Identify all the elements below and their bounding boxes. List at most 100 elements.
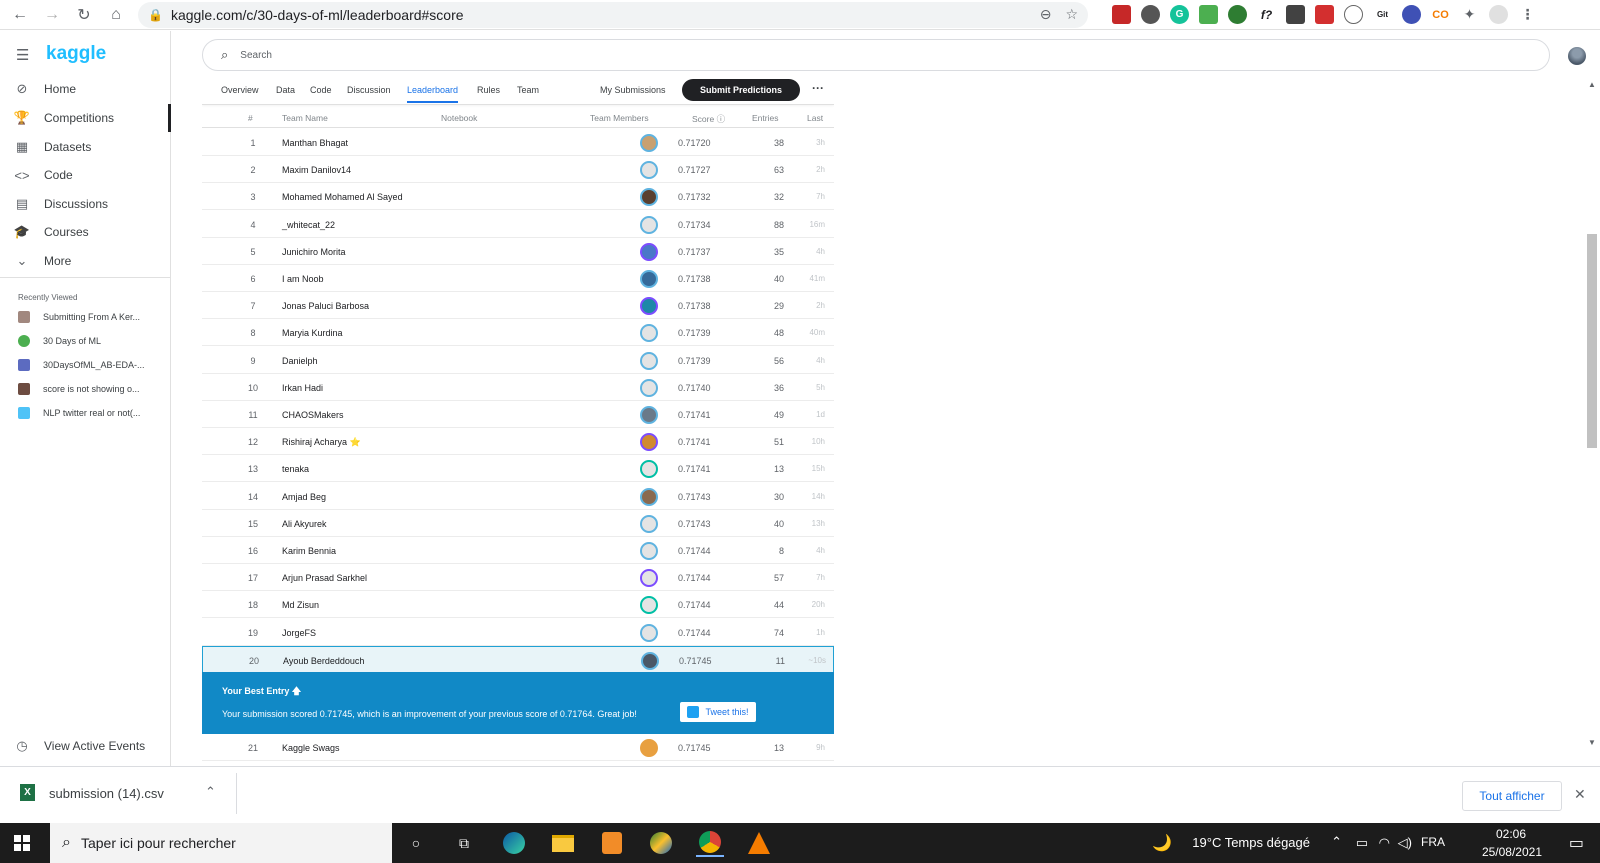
member-avatar[interactable] [640, 297, 658, 316]
edge-icon[interactable] [500, 829, 528, 857]
team-name-cell[interactable]: I am Noob [282, 274, 324, 284]
nav-datasets[interactable]: ▦ Datasets [0, 133, 171, 161]
tab-leaderboard[interactable]: Leaderboard [407, 85, 459, 103]
recent-item[interactable]: Submitting From A Ker... [18, 311, 140, 323]
nav-competitions[interactable]: 🏆 Competitions [0, 104, 171, 132]
table-row[interactable]: 11 CHAOSMakers 0.71741 49 1d [202, 401, 834, 428]
team-name-cell[interactable]: Ayoub Berdeddouch [283, 656, 364, 666]
user-avatar[interactable] [1568, 47, 1586, 65]
team-name-cell[interactable]: Mohamed Mohamed Al Sayed [282, 192, 403, 202]
function-icon[interactable]: f? [1257, 5, 1276, 24]
header-score[interactable]: Score ⓘ [692, 113, 725, 125]
task-view-icon[interactable]: ⧉ [450, 829, 478, 857]
tweet-button[interactable]: Tweet this! [680, 702, 756, 722]
my-submissions-link[interactable]: My Submissions [600, 85, 666, 95]
team-name-cell[interactable]: Md Zisun [282, 600, 319, 610]
extension-icon[interactable] [1112, 5, 1131, 24]
header-team-name[interactable]: Team Name [282, 113, 328, 123]
extension-icon[interactable] [1228, 5, 1247, 24]
team-name-cell[interactable]: Kaggle Swags [282, 743, 340, 753]
notifications-icon[interactable]: ▭ [1569, 833, 1584, 853]
member-avatar[interactable] [640, 134, 658, 152]
table-row[interactable]: 8 Maryia Kurdina 0.71739 48 40m [202, 319, 834, 347]
member-avatar[interactable] [640, 324, 658, 343]
nav-home[interactable]: ⊘ Home [0, 75, 171, 103]
vlc-icon[interactable] [745, 829, 773, 857]
member-avatar[interactable] [640, 460, 658, 479]
team-name-cell[interactable]: Amjad Beg [282, 492, 326, 502]
battery-icon[interactable]: ▭ [1356, 835, 1368, 851]
scroll-up-icon[interactable]: ▲ [1588, 80, 1596, 89]
table-row[interactable]: 3 Mohamed Mohamed Al Sayed 0.71732 32 7h [202, 183, 834, 211]
member-avatar[interactable] [640, 242, 658, 261]
table-row[interactable]: 6 I am Noob 0.71738 40 41m [202, 265, 834, 292]
table-row[interactable]: 5 Junichiro Morita 0.71737 35 4h [202, 238, 834, 265]
member-avatar[interactable] [640, 351, 658, 370]
team-name-cell[interactable]: CHAOSMakers [282, 410, 344, 420]
table-row[interactable]: 17 Arjun Prasad Sarkhel 0.71744 57 7h [202, 564, 834, 592]
weather-text[interactable]: 19°C Temps dégagé [1192, 835, 1310, 850]
forward-icon[interactable]: → [42, 5, 62, 25]
header-rank[interactable]: # [248, 113, 253, 123]
chevron-up-icon[interactable]: ⌃ [205, 784, 216, 800]
extension-icon[interactable] [1286, 5, 1305, 24]
member-avatar[interactable] [640, 596, 658, 615]
header-entries[interactable]: Entries [752, 113, 778, 123]
table-row[interactable]: 21 Kaggle Swags 0.71745 13 9h [202, 734, 834, 761]
table-row[interactable]: 19 JorgeFS 0.71744 74 1h [202, 619, 834, 646]
team-name-cell[interactable]: Danielph [282, 356, 318, 366]
header-last[interactable]: Last [807, 113, 823, 123]
member-avatar[interactable] [640, 433, 658, 452]
tab-team[interactable]: Team [517, 85, 539, 95]
submit-predictions-button[interactable]: Submit Predictions [682, 79, 800, 101]
recent-item[interactable]: NLP twitter real or not(... [18, 407, 140, 419]
team-name-cell[interactable]: Karim Bennia [282, 546, 336, 556]
recent-item[interactable]: 30 Days of ML [18, 335, 101, 347]
app-icon[interactable] [647, 829, 675, 857]
clock-time[interactable]: 02:06 [1496, 827, 1526, 841]
tab-discussion[interactable]: Discussion [347, 85, 391, 95]
page-scrollbar[interactable]: ▲ ▼ [1584, 78, 1600, 768]
nav-code[interactable]: <> Code [0, 161, 171, 189]
extension-icon[interactable] [1199, 5, 1218, 24]
nav-courses[interactable]: 🎓 Courses [0, 218, 171, 246]
table-row[interactable]: 10 Irkan Hadi 0.71740 36 5h [202, 374, 834, 401]
scrollbar-thumb[interactable] [1587, 234, 1597, 448]
table-row-own-entry[interactable]: 20 Ayoub Berdeddouch 0.71745 11 ~10s [202, 645, 834, 673]
search-input[interactable]: ⌕ Search [202, 39, 1550, 71]
grammarly-icon[interactable]: G [1170, 5, 1189, 24]
member-avatar[interactable] [640, 270, 658, 288]
table-row[interactable]: 16 Karim Bennia 0.71744 8 4h [202, 537, 834, 564]
team-name-cell[interactable]: _whitecat_22 [282, 220, 335, 230]
member-avatar[interactable] [641, 651, 659, 670]
table-row[interactable]: 2 Maxim Danilov14 0.71727 63 2h [202, 156, 834, 184]
recent-item[interactable]: 30DaysOfML_AB-EDA-... [18, 359, 145, 371]
chrome-icon[interactable] [696, 829, 724, 857]
extension-icon[interactable] [1402, 5, 1421, 24]
menu-dots-icon[interactable]: ⋮ [1518, 5, 1537, 24]
nav-more[interactable]: ⌄ More [0, 247, 171, 275]
recent-item[interactable]: score is not showing o... [18, 383, 140, 395]
table-row[interactable]: 1 Manthan Bhagat 0.71720 38 3h [202, 129, 834, 156]
chevron-up-icon[interactable]: ⌃ [1331, 834, 1342, 850]
co-icon[interactable]: CO [1431, 5, 1450, 24]
bookmark-star-icon[interactable]: ☆ [1065, 6, 1078, 23]
team-name-cell[interactable]: Jonas Paluci Barbosa [282, 301, 369, 311]
member-avatar[interactable] [640, 514, 658, 533]
address-bar[interactable]: 🔒 kaggle.com/c/30-days-of-ml/leaderboard… [138, 2, 1088, 28]
download-filename[interactable]: submission (14).csv [49, 786, 164, 801]
extension-icon[interactable] [1315, 5, 1334, 24]
scroll-down-icon[interactable]: ▼ [1588, 738, 1596, 747]
view-active-events[interactable]: ◷ View Active Events [0, 732, 171, 760]
reload-icon[interactable]: ↻ [74, 5, 94, 25]
team-name-cell[interactable]: tenaka [282, 464, 309, 474]
team-name-cell[interactable]: Manthan Bhagat [282, 138, 348, 148]
member-avatar[interactable] [640, 542, 658, 560]
more-options-icon[interactable]: ··· [812, 81, 824, 95]
table-row[interactable]: 7 Jonas Paluci Barbosa 0.71738 29 2h [202, 292, 834, 320]
kaggle-logo[interactable]: kaggle [46, 43, 106, 65]
member-avatar[interactable] [640, 739, 658, 757]
team-name-cell[interactable]: Arjun Prasad Sarkhel [282, 573, 367, 583]
member-avatar[interactable] [640, 406, 658, 424]
timer-icon[interactable] [1344, 5, 1363, 24]
